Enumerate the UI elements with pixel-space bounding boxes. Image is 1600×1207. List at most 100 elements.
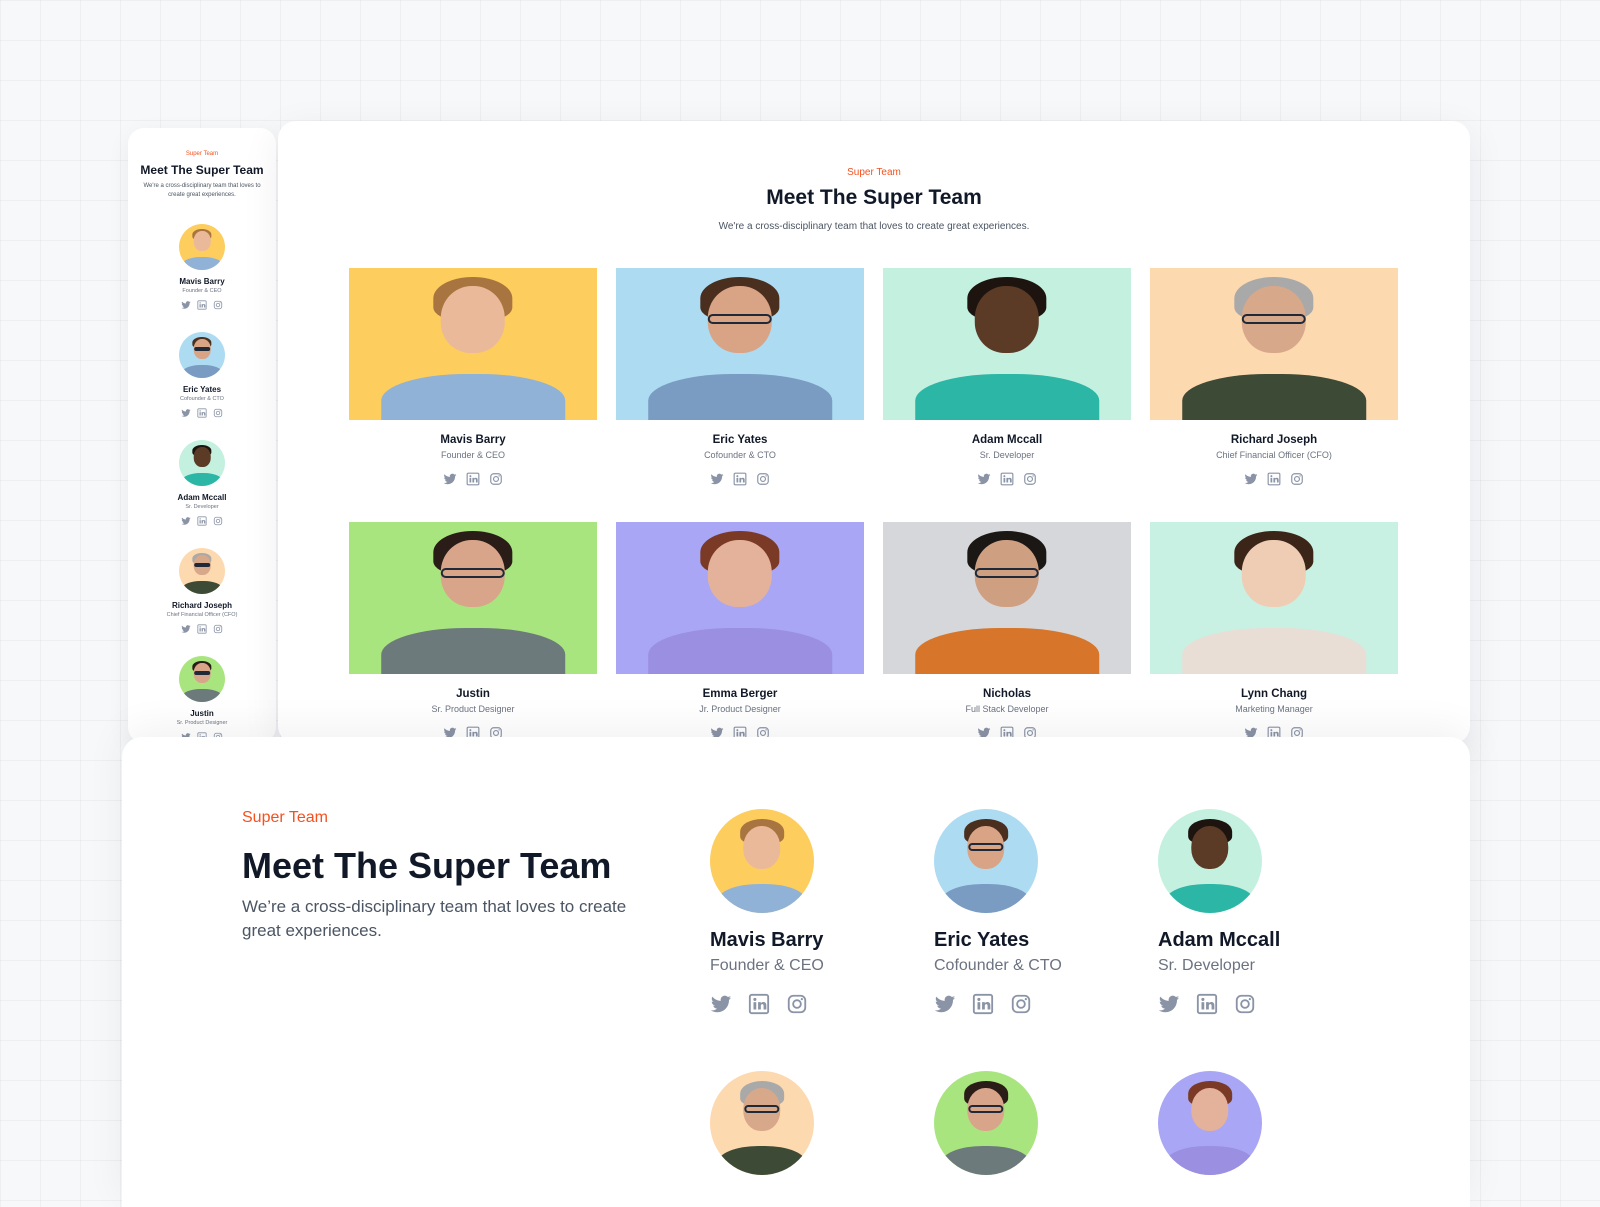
member-role: Founder & CEO [710, 957, 824, 974]
member-avatar [1158, 1071, 1262, 1175]
instagram-link[interactable] [1290, 472, 1304, 486]
member-photo [349, 522, 597, 674]
section-eyebrow: Super Team [847, 167, 901, 178]
linkedin-link[interactable] [748, 993, 770, 1015]
section-eyebrow: Super Team [185, 151, 219, 157]
team-member-card: Justin Sr. Product Designer [128, 656, 276, 743]
twitter-link[interactable] [1158, 993, 1180, 1015]
twitter-link[interactable] [934, 993, 956, 1015]
mobile-preview-card: Super Team Meet The Super Team We're a c… [128, 128, 276, 743]
linkedin-link[interactable] [197, 300, 207, 320]
social-links [1158, 993, 1382, 1015]
section-subtitle: We're a cross-disciplinary team that lov… [143, 183, 261, 198]
twitter-link[interactable] [181, 516, 191, 536]
member-avatar [179, 656, 225, 702]
member-role: Founder & CEO [182, 288, 222, 294]
linkedin-icon [1196, 993, 1218, 1015]
instagram-icon [213, 624, 223, 634]
instagram-icon [213, 408, 223, 418]
twitter-link[interactable] [181, 300, 191, 320]
member-name: Eric Yates [182, 385, 222, 394]
instagram-link[interactable] [213, 300, 223, 320]
member-role: Full Stack Developer [965, 704, 1049, 714]
instagram-icon [213, 516, 223, 526]
team-member-card: Emma Berger Jr. Product Designer [616, 522, 864, 740]
social-links [710, 993, 934, 1015]
twitter-link[interactable] [977, 472, 991, 486]
linkedin-link[interactable] [197, 408, 207, 428]
instagram-link[interactable] [756, 472, 770, 486]
linkedin-link[interactable] [1000, 472, 1014, 486]
linkedin-link[interactable] [1196, 993, 1218, 1015]
instagram-link[interactable] [213, 408, 223, 428]
linkedin-icon [197, 624, 207, 634]
member-name: Eric Yates [934, 929, 1030, 951]
social-links [181, 624, 223, 644]
linkedin-icon [748, 993, 770, 1015]
social-links [181, 408, 223, 428]
member-name: Lynn Chang [1240, 688, 1307, 700]
linkedin-link[interactable] [466, 472, 480, 486]
member-role: Jr. Product Designer [699, 704, 781, 714]
social-links [934, 993, 1158, 1015]
member-avatar [179, 332, 225, 378]
team-member-card: Justin Sr. Product Designer [349, 522, 597, 740]
instagram-link[interactable] [1010, 993, 1032, 1015]
twitter-icon [934, 995, 956, 1013]
member-role: Cofounder & CTO [180, 396, 224, 402]
twitter-icon [710, 995, 732, 1013]
linkedin-link[interactable] [1267, 472, 1281, 486]
social-links [443, 472, 503, 486]
team-grid: Mavis Barry Founder & CEO Eric Yates Cofoun… [710, 809, 1382, 1175]
twitter-link[interactable] [710, 472, 724, 486]
section-title: Meet The Super Team [766, 186, 982, 209]
member-photo [616, 268, 864, 420]
instagram-link[interactable] [213, 624, 223, 644]
section-eyebrow: Super Team [242, 809, 328, 826]
instagram-link[interactable] [786, 993, 808, 1015]
twitter-link[interactable] [181, 408, 191, 428]
social-links [181, 300, 223, 320]
member-role: Sr. Product Designer [431, 704, 515, 714]
twitter-link[interactable] [443, 472, 457, 486]
team-member-card: Richard Joseph Chief Financial Officer (C… [1150, 268, 1398, 486]
instagram-link[interactable] [1023, 472, 1037, 486]
linkedin-link[interactable] [733, 472, 747, 486]
instagram-icon [1024, 473, 1036, 485]
twitter-icon [181, 517, 191, 525]
linkedin-icon [1267, 472, 1281, 486]
instagram-icon [490, 473, 502, 485]
twitter-link[interactable] [710, 993, 732, 1015]
linkedin-icon [197, 516, 207, 526]
member-avatar [934, 1071, 1038, 1175]
linkedin-icon [197, 408, 207, 418]
member-avatar [1158, 809, 1262, 913]
linkedin-link[interactable] [197, 516, 207, 536]
section-subtitle: We’re a cross-disciplinary team that lov… [242, 897, 627, 940]
social-links [977, 472, 1037, 486]
member-name: Adam Mccall [971, 434, 1043, 446]
instagram-link[interactable] [489, 472, 503, 486]
member-role: Cofounder & CTO [934, 957, 1062, 974]
member-name: Mavis Barry [179, 277, 225, 286]
linkedin-link[interactable] [972, 993, 994, 1015]
team-member-card [1158, 1071, 1382, 1175]
instagram-icon [213, 300, 223, 310]
list-layout-card: Super Team Meet The Super Team We’re a c… [122, 737, 1470, 1207]
desktop-preview-card: Super Team Meet The Super Team We're a c… [278, 121, 1470, 744]
twitter-link[interactable] [181, 624, 191, 644]
member-photo [1150, 522, 1398, 674]
member-name: Mavis Barry [440, 434, 506, 446]
team-member-card: Adam Mccall Sr. Developer [1158, 809, 1382, 1015]
instagram-icon [1011, 994, 1031, 1014]
twitter-icon [181, 625, 191, 633]
team-member-card: Mavis Barry Founder & CEO [128, 224, 276, 320]
team-member-card: Richard Joseph Chief Financial Officer (C… [128, 548, 276, 644]
member-name: Mavis Barry [710, 929, 824, 951]
member-avatar [710, 1071, 814, 1175]
instagram-icon [1235, 994, 1255, 1014]
instagram-link[interactable] [213, 516, 223, 536]
linkedin-link[interactable] [197, 624, 207, 644]
instagram-link[interactable] [1234, 993, 1256, 1015]
twitter-link[interactable] [1244, 472, 1258, 486]
